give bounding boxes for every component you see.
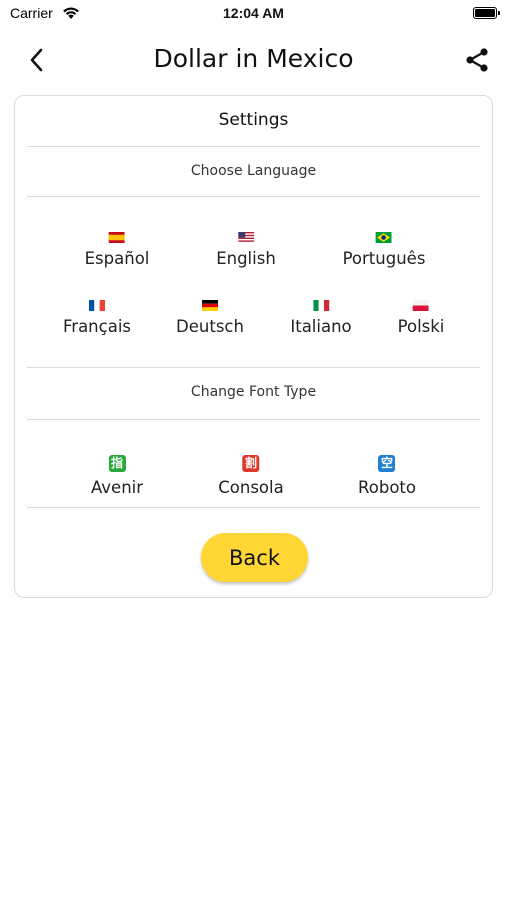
change-font-label: Change Font Type — [190, 384, 317, 400]
divider — [27, 196, 480, 197]
status-bar: Carrier 12:04 AM — [0, 0, 507, 28]
choose-language-label: Choose Language — [190, 163, 317, 179]
back-button[interactable]: Back — [201, 533, 308, 582]
brazil-flag-icon — [375, 232, 392, 243]
language-option-francais[interactable]: Français — [63, 300, 131, 336]
clock: 12:04 AM — [223, 5, 284, 21]
language-option-espanol[interactable]: Español — [84, 232, 150, 268]
language-label: Italiano — [290, 317, 352, 336]
font-glyph-icon: 空 — [378, 455, 396, 472]
language-label: Français — [62, 317, 132, 336]
language-label: English — [216, 249, 276, 268]
language-label: Português — [342, 249, 426, 268]
language-label: Deutsch — [176, 317, 244, 336]
font-option-consola[interactable]: 割 Consola — [218, 455, 284, 497]
poland-flag-icon — [413, 300, 429, 311]
font-label: Roboto — [358, 478, 416, 497]
battery-icon — [473, 7, 500, 19]
france-flag-icon — [88, 300, 105, 311]
spain-flag-icon — [109, 232, 125, 243]
language-option-polski[interactable]: Polski — [397, 300, 445, 336]
divider — [27, 507, 480, 508]
settings-card: Settings Choose Language Español English… — [14, 95, 493, 598]
language-option-portugues[interactable]: Português — [342, 232, 426, 268]
italy-flag-icon — [313, 300, 329, 311]
font-option-roboto[interactable]: 空 Roboto — [358, 455, 416, 497]
divider — [27, 367, 480, 368]
language-label: Polski — [397, 317, 445, 336]
language-option-italiano[interactable]: Italiano — [290, 300, 352, 336]
divider — [27, 419, 480, 420]
language-label: Español — [84, 249, 150, 268]
divider — [27, 146, 480, 147]
usa-flag-icon — [238, 232, 254, 243]
navigation-bar: Dollar in Mexico — [0, 40, 507, 80]
share-icon[interactable] — [463, 46, 491, 74]
settings-title: Settings — [218, 110, 289, 130]
font-option-avenir[interactable]: 指 Avenir — [91, 455, 143, 497]
page-title: Dollar in Mexico — [153, 44, 354, 73]
font-glyph-icon: 指 — [108, 455, 126, 472]
language-option-deutsch[interactable]: Deutsch — [176, 300, 244, 336]
font-label: Consola — [218, 478, 284, 497]
font-glyph-icon: 割 — [242, 455, 260, 472]
font-label: Avenir — [90, 478, 144, 497]
language-option-english[interactable]: English — [216, 232, 276, 268]
germany-flag-icon — [201, 300, 218, 311]
